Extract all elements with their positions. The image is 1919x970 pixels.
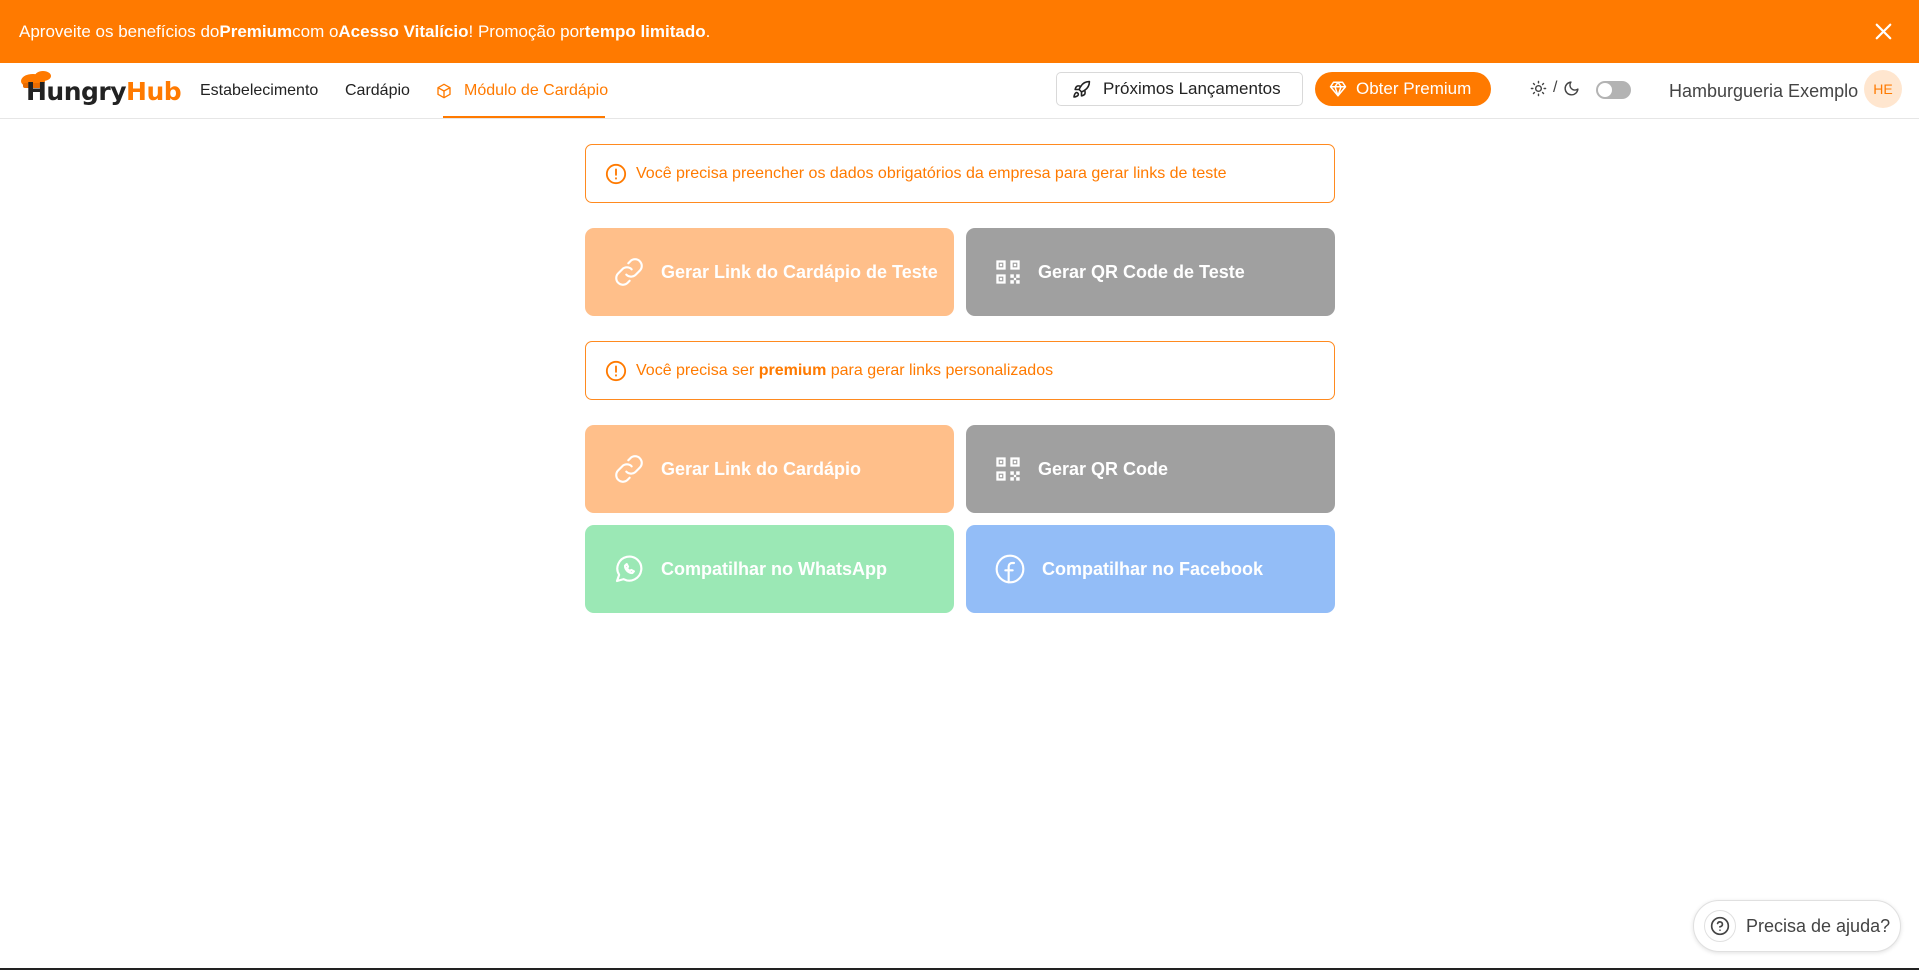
generate-test-qr-label: Gerar QR Code de Teste: [1038, 261, 1245, 282]
promo-limited: tempo limitado: [584, 21, 706, 41]
alert-circle-icon: [605, 163, 627, 184]
link-icon: [615, 258, 643, 286]
link-icon: [615, 455, 643, 483]
help-button[interactable]: Precisa de ajuda?: [1693, 900, 1901, 952]
avatar[interactable]: HE: [1864, 70, 1902, 108]
nav-menu-module[interactable]: Módulo de Cardápio: [436, 82, 608, 100]
premium-alert: Você precisa ser premium para gerar link…: [585, 341, 1335, 400]
close-icon[interactable]: [1870, 18, 1897, 45]
sun-icon: [1530, 80, 1547, 96]
get-premium-button[interactable]: Obter Premium: [1315, 72, 1491, 106]
theme-separator: /: [1553, 79, 1558, 96]
promo-middle: com o: [292, 21, 339, 41]
generate-test-link-label: Gerar Link do Cardápio de Teste: [661, 261, 938, 282]
diamond-icon: [1329, 81, 1347, 97]
generate-test-qr-button[interactable]: Gerar QR Code de Teste: [966, 228, 1335, 316]
premium-alert-suffix: para gerar links personalizados: [826, 361, 1054, 379]
nav-menu-module-label: Módulo de Cardápio: [464, 82, 609, 99]
generate-qr-label: Gerar QR Code: [1038, 458, 1169, 479]
promo-mid2: ! Promoção por: [468, 21, 585, 41]
top-navbar: HungryHub Estabelecimento Cardápio Módul…: [0, 63, 1919, 119]
promo-prefix: Aproveite os benefícios do: [19, 21, 220, 41]
alert-circle-icon: [605, 360, 627, 381]
generate-link-button[interactable]: Gerar Link do Cardápio: [585, 425, 954, 513]
test-data-alert-text: Você precisa preencher os dados obrigató…: [636, 164, 1227, 182]
share-whatsapp-button[interactable]: Compatilhar no WhatsApp: [585, 525, 954, 613]
theme-switcher: /: [1530, 79, 1580, 97]
generate-test-link-button[interactable]: Gerar Link do Cardápio de Teste: [585, 228, 954, 316]
qr-code-icon: [996, 457, 1020, 481]
facebook-icon: [995, 554, 1025, 584]
rocket-icon: [1073, 80, 1091, 98]
promo-banner: Aproveite os benefícios do Premium com o…: [0, 0, 1919, 63]
test-data-alert: Você precisa preencher os dados obrigató…: [585, 144, 1335, 203]
brand-name: HungryHub: [26, 77, 182, 106]
box-icon: [437, 83, 451, 99]
promo-premium: Premium: [219, 21, 293, 41]
promo-suffix: .: [705, 21, 711, 41]
dark-mode-toggle[interactable]: [1596, 81, 1631, 99]
active-tab-indicator: [443, 116, 605, 118]
qr-code-icon: [996, 260, 1020, 284]
generate-qr-button[interactable]: Gerar QR Code: [966, 425, 1335, 513]
share-whatsapp-label: Compatilhar no WhatsApp: [661, 558, 887, 579]
share-facebook-label: Compatilhar no Facebook: [1042, 558, 1264, 579]
nav-menu[interactable]: Cardápio: [345, 82, 410, 100]
premium-alert-prefix: Você precisa ser: [636, 361, 759, 379]
question-icon: [1704, 910, 1736, 942]
brand-part1: Hungry: [26, 77, 127, 106]
premium-alert-word: premium: [758, 361, 827, 379]
get-premium-label: Obter Premium: [1356, 79, 1472, 98]
nav-establishment[interactable]: Estabelecimento: [200, 82, 318, 100]
toggle-knob: [1598, 83, 1612, 97]
promo-lifetime: Acesso Vitalício: [338, 21, 469, 41]
upcoming-launches-button[interactable]: Próximos Lançamentos: [1056, 72, 1303, 106]
moon-icon: [1564, 80, 1580, 95]
help-label: Precisa de ajuda?: [1746, 915, 1891, 936]
generate-link-label: Gerar Link do Cardápio: [661, 458, 862, 479]
brand-part2: Hub: [126, 77, 182, 106]
user-name[interactable]: Hamburgueria Exemplo: [1669, 81, 1858, 102]
brand-logo[interactable]: HungryHub: [19, 71, 182, 111]
share-facebook-button[interactable]: Compatilhar no Facebook: [966, 525, 1335, 613]
whatsapp-icon: [615, 555, 643, 583]
upcoming-launches-label: Próximos Lançamentos: [1103, 79, 1281, 98]
